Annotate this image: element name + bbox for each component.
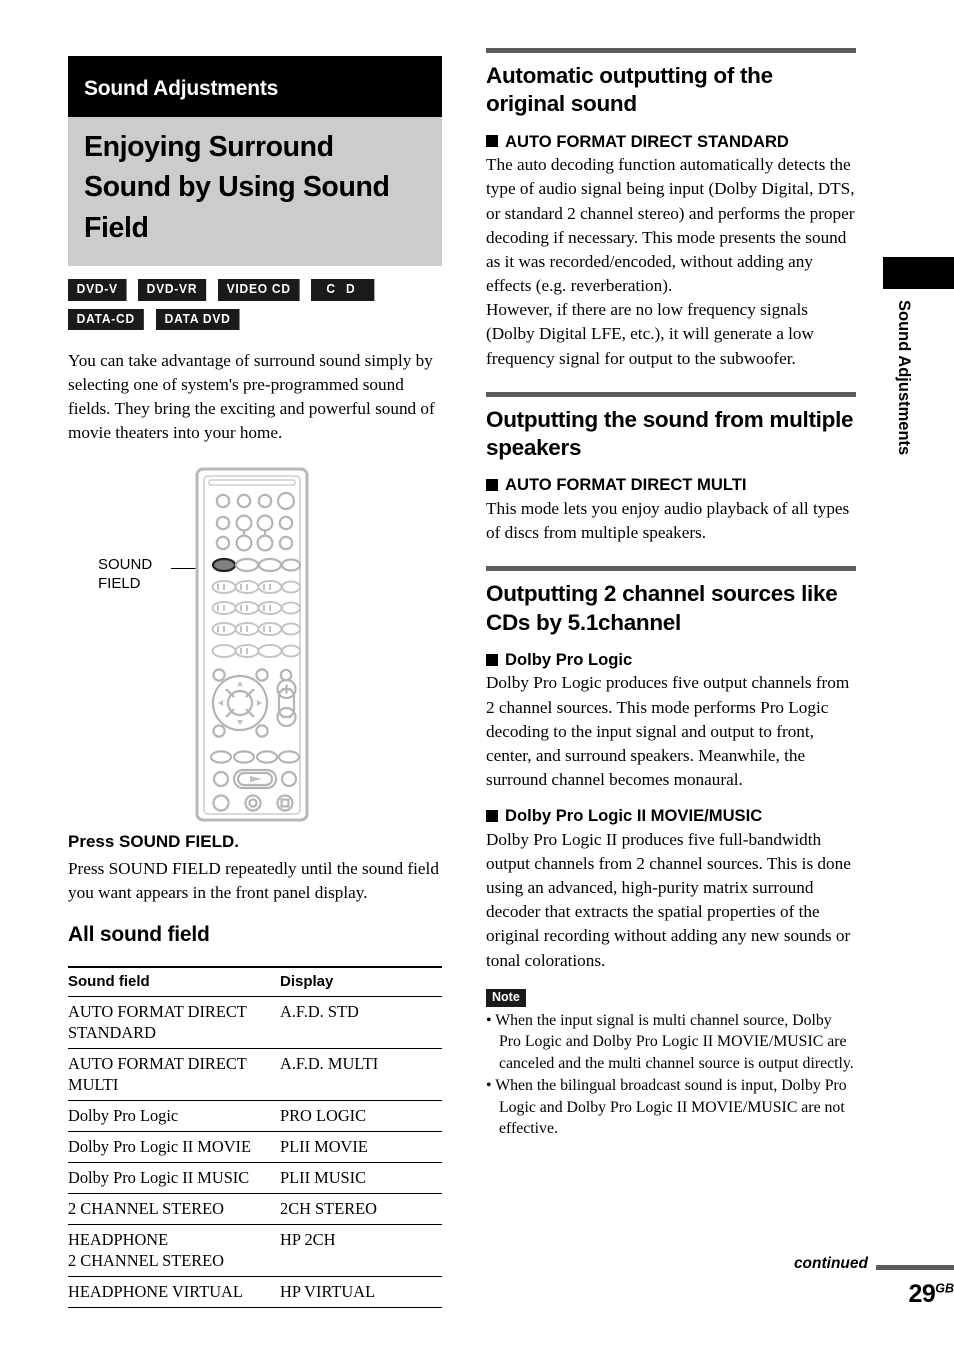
media-badge-data-dvd: DATA DVD: [155, 308, 239, 330]
paragraph-afd-multi: This mode lets you enjoy audio playback …: [486, 498, 850, 543]
cell-display: PRO LOGIC: [280, 1100, 442, 1133]
media-badge-dvd-v: DVD-V: [68, 279, 127, 301]
section-heading-2ch-sources: Outputting 2 channel sources like CDs by…: [486, 581, 838, 635]
cell-sound-field: AUTO FORMAT DIRECT STANDARD: [68, 996, 280, 1050]
sound-field-button-highlight: [211, 557, 237, 572]
cell-sound-field: AUTO FORMAT DIRECT MULTI: [68, 1048, 280, 1102]
note-item: When the bilingual broadcast sound is in…: [486, 1075, 856, 1139]
section-divider-bar: [486, 566, 856, 572]
subsection-label: AUTO FORMAT DIRECT STANDARD: [505, 131, 789, 151]
media-badge-cd: C D: [311, 279, 375, 301]
page-title: Enjoying Surround Sound by Using Sound F…: [68, 117, 442, 267]
cell-sound-field: Dolby Pro Logic II MUSIC: [68, 1162, 280, 1195]
continued-rule: [876, 1265, 954, 1270]
note-block: Note When the input signal is multi chan…: [486, 988, 856, 1140]
page-number: 29GB: [908, 1280, 954, 1309]
cell-display: HP VIRTUAL: [280, 1276, 442, 1309]
page-number-suffix: GB: [935, 1281, 954, 1296]
table-row: Dolby Pro Logic II MOVIE PLII MOVIE: [68, 1131, 442, 1164]
subsection-label: AUTO FORMAT DIRECT MULTI: [505, 475, 747, 495]
cell-sound-field: 2 CHANNEL STEREO: [68, 1193, 280, 1226]
cell-display: A.F.D. MULTI: [280, 1048, 442, 1102]
chapter-band: Sound Adjustments: [68, 56, 442, 117]
bullet-square-icon: [486, 135, 498, 148]
section-divider-bar: [486, 391, 856, 397]
remote-control-figure: SOUND FIELD: [68, 467, 442, 822]
note-list: When the input signal is multi channel s…: [486, 1010, 856, 1140]
callout-line1: SOUND: [98, 555, 153, 573]
subsection-label: Dolby Pro Logic II MOVIE/MUSIC: [505, 806, 763, 826]
paragraph-afd-standard-2: However, if there are no low frequency s…: [486, 300, 814, 368]
note-item: When the input signal is multi channel s…: [486, 1010, 856, 1074]
cell-display: PLII MOVIE: [280, 1131, 442, 1164]
paragraph-dolby-pro-logic-ii: Dolby Pro Logic II produces five full-ba…: [486, 829, 851, 970]
table-row: AUTO FORMAT DIRECT STANDARD A.F.D. STD: [68, 996, 442, 1050]
table-row: Dolby Pro Logic II MUSIC PLII MUSIC: [68, 1162, 442, 1195]
cell-sound-field: HEADPHONE VIRTUAL: [68, 1276, 280, 1309]
press-heading: Press SOUND FIELD.: [68, 831, 239, 851]
cell-sound-field: HEADPHONE 2 CHANNEL STEREO: [68, 1224, 280, 1278]
section-heading-multiple-speakers: Outputting the sound from multiple speak…: [486, 406, 854, 460]
cell-display: HP 2CH: [280, 1224, 442, 1278]
table-header-row: Sound field Display: [68, 966, 442, 998]
subsection-heading-dolby-pro-logic-ii: Dolby Pro Logic II MOVIE/MUSIC: [486, 805, 856, 827]
all-sound-field-subheading: All sound field: [68, 923, 210, 947]
subsection-heading-afd-multi: AUTO FORMAT DIRECT MULTI: [486, 474, 856, 496]
cell-sound-field: Dolby Pro Logic: [68, 1100, 280, 1133]
cell-sound-field: Dolby Pro Logic II MOVIE: [68, 1131, 280, 1164]
table-header-sound-field: Sound field: [68, 966, 280, 998]
sound-field-callout-label: SOUND FIELD: [98, 555, 152, 593]
table-row: HEADPHONE 2 CHANNEL STEREO HP 2CH: [68, 1224, 442, 1278]
remote-control-illustration: [195, 467, 309, 822]
paragraph-afd-standard-1: The auto decoding function automatically…: [486, 155, 855, 296]
subsection-heading-afd-standard: AUTO FORMAT DIRECT STANDARD: [486, 131, 856, 153]
section3-wrapper: Outputting 2 channel sources like CDs by…: [486, 566, 856, 973]
side-tab-marker: [883, 257, 954, 289]
bullet-square-icon: [486, 653, 498, 666]
table-row: AUTO FORMAT DIRECT MULTI A.F.D. MULTI: [68, 1048, 442, 1102]
media-badge-data-cd: DATA-CD: [68, 308, 144, 330]
right-column: Automatic outputting of the original sou…: [486, 48, 856, 1141]
bullet-square-icon: [486, 810, 498, 823]
subsection-label: Dolby Pro Logic: [505, 649, 633, 669]
press-body: Press SOUND FIELD repeatedly until the s…: [68, 858, 439, 902]
media-badge-video-cd: VIDEO CD: [217, 279, 300, 301]
page-number-value: 29: [908, 1280, 936, 1308]
section-heading-automatic-outputting: Automatic outputting of the original sou…: [486, 63, 773, 117]
note-badge: Note: [486, 988, 526, 1007]
cell-display: PLII MUSIC: [280, 1162, 442, 1195]
continued-label: continued: [793, 1255, 868, 1272]
section-divider-bar: [486, 48, 856, 53]
side-tab-label: Sound Adjustments: [895, 300, 913, 456]
intro-paragraph: You can take advantage of surround sound…: [68, 350, 435, 443]
media-badge-dvd-vr: DVD-VR: [137, 279, 206, 301]
callout-line2: FIELD: [98, 574, 141, 592]
left-column: Sound Adjustments Enjoying Surround Soun…: [68, 56, 442, 1309]
table-row: Dolby Pro Logic PRO LOGIC: [68, 1100, 442, 1133]
table-row: HEADPHONE VIRTUAL HP VIRTUAL: [68, 1276, 442, 1309]
section2-wrapper: Outputting the sound from multiple speak…: [486, 391, 856, 546]
table-body: AUTO FORMAT DIRECT STANDARD A.F.D. STD A…: [68, 996, 442, 1309]
cell-display: 2CH STEREO: [280, 1193, 442, 1226]
subsection-heading-dolby-pro-logic: Dolby Pro Logic: [486, 649, 856, 671]
table-header-display: Display: [280, 966, 442, 998]
paragraph-dolby-pro-logic: Dolby Pro Logic produces five output cha…: [486, 673, 850, 790]
table-row: 2 CHANNEL STEREO 2CH STEREO: [68, 1193, 442, 1226]
sound-field-table: Sound field Display AUTO FORMAT DIRECT S…: [68, 966, 442, 1309]
cell-display: A.F.D. STD: [280, 996, 442, 1050]
bullet-square-icon: [486, 479, 498, 492]
page-footer: continued 29GB: [486, 1255, 954, 1335]
media-badge-row: DVD-V DVD-VR VIDEO CD C D DATA-CD DATA D…: [68, 279, 408, 330]
